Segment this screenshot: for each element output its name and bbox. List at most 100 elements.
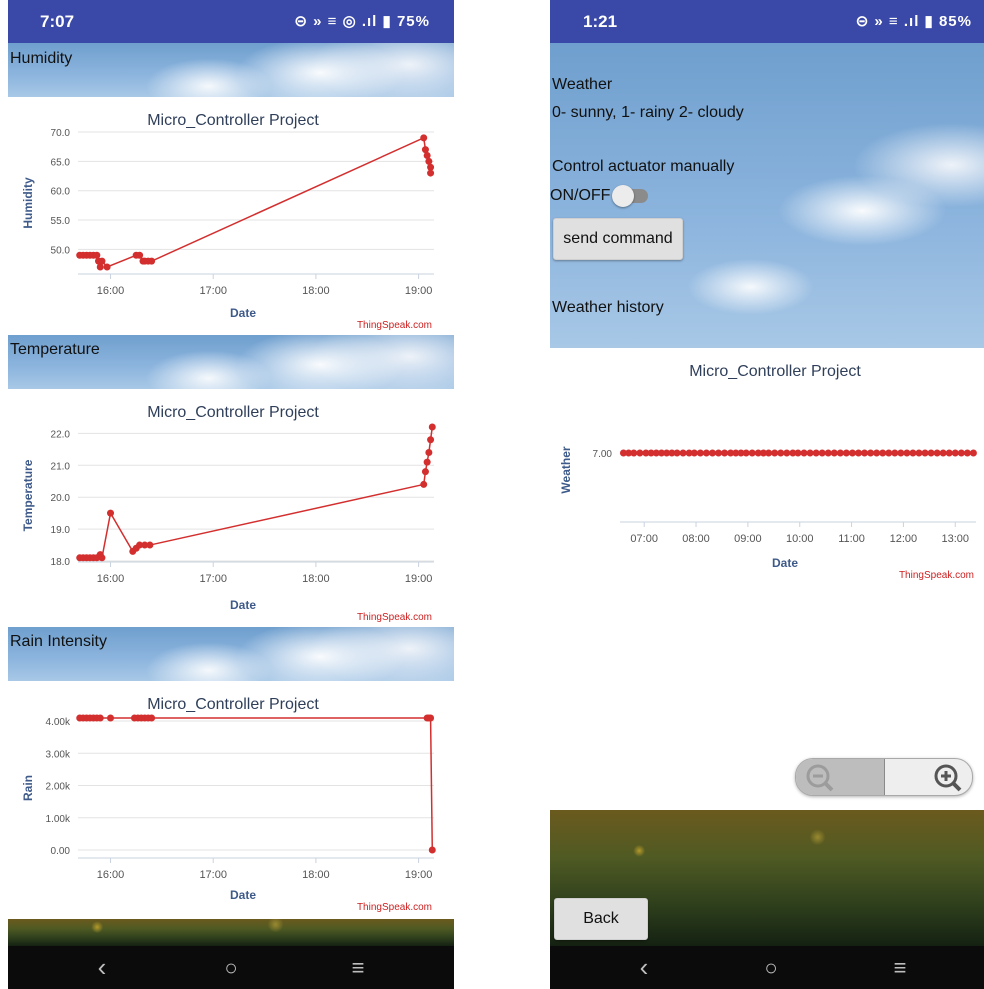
chart-credit: ThingSpeak.com (357, 320, 432, 331)
home-nav-icon[interactable]: ○ (741, 946, 801, 989)
y-axis-title: Temperature (21, 459, 35, 531)
zoom-in-button[interactable] (884, 759, 972, 795)
status-icons: ⊝ » ≡ ◎ .ıl ▮ 75% (294, 12, 430, 30)
data-point (428, 423, 436, 431)
data-point (630, 449, 638, 457)
zoom-out-button[interactable] (796, 759, 885, 795)
home-nav-icon[interactable]: ○ (201, 946, 261, 989)
x-tick-label: 16:00 (97, 285, 125, 297)
data-point (636, 449, 644, 457)
data-point (963, 449, 971, 457)
x-tick-label: 17:00 (199, 285, 227, 297)
x-axis-title: Date (230, 888, 256, 902)
data-point (800, 449, 808, 457)
y-axis-title: Rain (21, 775, 35, 801)
data-point (933, 449, 941, 457)
data-point (873, 449, 881, 457)
status-time: 1:21 (583, 12, 618, 31)
y-tick-label: 21.0 (51, 461, 71, 472)
temperature-chart-svg: Micro_Controller Project 18.0 19.0 20.0 21.0… (21, 404, 436, 623)
data-point (885, 449, 893, 457)
data-point (854, 449, 862, 457)
signal-icons: ⊝ » ≡ .ıl (855, 13, 920, 30)
x-tick-label: 18:00 (302, 285, 330, 297)
navigation-bar: ‹ ○ ≡ (550, 946, 984, 989)
x-axis-title: Date (772, 556, 798, 570)
data-point (861, 449, 869, 457)
left-phone-screen: 7:07 ⊝ » ≡ ◎ .ıl ▮ 75% Humidity Micro_Co… (8, 0, 454, 989)
data-point (423, 458, 431, 466)
data-point (696, 449, 704, 457)
data-point (690, 449, 698, 457)
x-tick-label: 18:00 (302, 869, 330, 881)
data-point (98, 257, 106, 265)
data-point (903, 449, 911, 457)
y-tick-label: 19.0 (51, 525, 71, 536)
navigation-bar: ‹ ○ ≡ (8, 946, 454, 989)
y-tick-label: 0.00 (51, 846, 71, 857)
temperature-header: Temperature (8, 335, 454, 389)
x-tick-label: 18:00 (302, 573, 330, 585)
weather-history-label: Weather history (552, 299, 664, 316)
data-point (702, 449, 710, 457)
data-point (842, 449, 850, 457)
chart-credit: ThingSpeak.com (357, 612, 432, 623)
back-nav-icon[interactable]: ‹ (72, 946, 132, 989)
actuator-toggle[interactable] (610, 183, 650, 209)
data-point (783, 449, 791, 457)
status-bar: 7:07 ⊝ » ≡ ◎ .ıl ▮ 75% (8, 0, 454, 43)
data-point (867, 449, 875, 457)
data-point (427, 714, 435, 722)
data-point (107, 509, 115, 517)
chart-title: Micro_Controller Project (147, 696, 319, 713)
battery-icon: ▮ (924, 13, 934, 30)
data-point (927, 449, 935, 457)
recents-nav-icon[interactable]: ≡ (328, 946, 388, 989)
weather-legend: 0- sunny, 1- rainy 2- cloudy (552, 104, 744, 121)
data-point (897, 449, 905, 457)
y-tick-label: 70.0 (51, 128, 71, 139)
x-tick-label: 16:00 (97, 573, 125, 585)
series-line (79, 136, 432, 270)
field-image (8, 919, 454, 946)
section-label-rain: Rain Intensity (10, 633, 107, 650)
data-point (824, 449, 832, 457)
send-command-button[interactable]: send command (553, 218, 683, 260)
data-point (420, 134, 428, 142)
y-axis-title: Weather (559, 446, 573, 493)
field-image: Back (550, 810, 984, 946)
data-point (879, 449, 887, 457)
x-axis-title: Date (230, 598, 256, 612)
series-line (79, 717, 434, 851)
y-tick-label: 18.0 (51, 557, 71, 568)
rain-chart: Micro_Controller Project 0.00 1.00k 2.00k 3.… (8, 681, 454, 919)
data-point (748, 449, 756, 457)
toggle-label: ON/OFF (550, 187, 611, 204)
weather-title: Weather (552, 76, 613, 93)
x-tick-label: 09:00 (734, 533, 762, 545)
back-nav-icon[interactable]: ‹ (614, 946, 674, 989)
chart-credit: ThingSpeak.com (357, 902, 432, 913)
back-button[interactable]: Back (554, 898, 648, 940)
zoom-control (795, 758, 973, 796)
recents-nav-icon[interactable]: ≡ (870, 946, 930, 989)
y-tick-label: 2.00k (46, 782, 71, 793)
control-label: Control actuator manually (552, 158, 735, 175)
y-tick-label: 3.00k (46, 749, 71, 760)
x-tick-label: 16:00 (97, 869, 125, 881)
battery-level: 75% (396, 13, 430, 30)
y-tick-label: 7.00 (593, 449, 613, 460)
status-icons: ⊝ » ≡ .ıl ▮ 85% (856, 12, 972, 30)
data-point (945, 449, 953, 457)
x-tick-label: 10:00 (786, 533, 814, 545)
data-point (969, 449, 977, 457)
weather-panel: Weather 0- sunny, 1- rainy 2- cloudy Con… (550, 43, 984, 348)
data-point (103, 263, 111, 271)
data-point (921, 449, 929, 457)
rain-header: Rain Intensity (8, 627, 454, 681)
chart-title: Micro_Controller Project (689, 363, 861, 380)
section-label-humidity: Humidity (10, 50, 73, 67)
y-tick-label: 1.00k (46, 814, 71, 825)
series-line (79, 426, 434, 561)
data-point (421, 468, 429, 476)
